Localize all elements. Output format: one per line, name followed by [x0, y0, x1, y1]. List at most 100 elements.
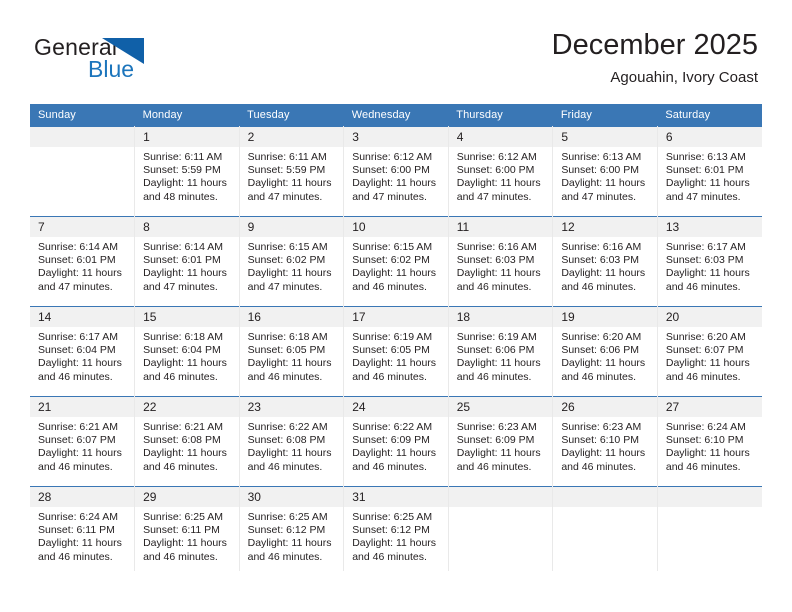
- column-header-sunday: Sunday: [30, 104, 135, 127]
- day-cell[interactable]: [448, 486, 554, 571]
- daylight-text-line1: Daylight: 11 hours: [665, 177, 750, 190]
- day-cell[interactable]: 22 Sunrise: 6:21 AM Sunset: 6:08 PM Dayl…: [134, 396, 240, 487]
- sunset-text: Sunset: 6:12 PM: [352, 524, 430, 537]
- sunset-text: Sunset: 6:09 PM: [456, 434, 535, 447]
- daylight-text-line1: Daylight: 11 hours: [143, 267, 227, 280]
- day-detail: Sunrise: 6:24 AM Sunset: 6:11 PM Dayligh…: [30, 507, 134, 564]
- day-cell[interactable]: 2 Sunrise: 6:11 AM Sunset: 5:59 PM Dayli…: [239, 126, 345, 217]
- sunrise-text: Sunrise: 6:12 AM: [456, 151, 537, 163]
- day-cell[interactable]: 11 Sunrise: 6:16 AM Sunset: 6:03 PM Dayl…: [448, 216, 554, 307]
- day-cell[interactable]: 6 Sunrise: 6:13 AM Sunset: 6:01 PM Dayli…: [657, 126, 762, 217]
- day-detail: Sunrise: 6:24 AM Sunset: 6:10 PM Dayligh…: [658, 417, 762, 474]
- day-cell[interactable]: 3 Sunrise: 6:12 AM Sunset: 6:00 PM Dayli…: [343, 126, 449, 217]
- sunset-text: Sunset: 6:05 PM: [352, 344, 430, 357]
- sunrise-text: Sunrise: 6:21 AM: [143, 421, 224, 433]
- sunset-text: Sunset: 6:08 PM: [247, 434, 326, 447]
- day-cell[interactable]: 30 Sunrise: 6:25 AM Sunset: 6:12 PM Dayl…: [239, 486, 345, 571]
- day-detail: Sunrise: 6:18 AM Sunset: 6:04 PM Dayligh…: [135, 327, 239, 384]
- week-row: 28 Sunrise: 6:24 AM Sunset: 6:11 PM Dayl…: [30, 486, 762, 571]
- sunset-text: Sunset: 5:59 PM: [247, 164, 326, 177]
- daylight-text-line2: and 46 minutes.: [143, 460, 218, 473]
- day-detail: Sunrise: 6:15 AM Sunset: 6:02 PM Dayligh…: [344, 237, 448, 294]
- day-cell[interactable]: 21 Sunrise: 6:21 AM Sunset: 6:07 PM Dayl…: [30, 396, 136, 487]
- daylight-text-line2: and 46 minutes.: [665, 460, 741, 473]
- day-cell[interactable]: 24 Sunrise: 6:22 AM Sunset: 6:09 PM Dayl…: [343, 396, 449, 487]
- day-cell[interactable]: [30, 126, 136, 217]
- day-cell[interactable]: 29 Sunrise: 6:25 AM Sunset: 6:11 PM Dayl…: [134, 486, 240, 571]
- sunrise-text: Sunrise: 6:24 AM: [665, 421, 746, 433]
- day-cell[interactable]: 26 Sunrise: 6:23 AM Sunset: 6:10 PM Dayl…: [552, 396, 658, 487]
- sunset-text: Sunset: 6:12 PM: [247, 524, 326, 537]
- daylight-text-line2: and 47 minutes.: [456, 190, 532, 203]
- day-detail: Sunrise: 6:13 AM Sunset: 6:00 PM Dayligh…: [553, 147, 657, 204]
- sunrise-text: Sunrise: 6:12 AM: [352, 151, 433, 163]
- day-number: 6: [657, 127, 762, 147]
- day-cell[interactable]: 17 Sunrise: 6:19 AM Sunset: 6:05 PM Dayl…: [343, 306, 449, 397]
- sunrise-text: Sunrise: 6:25 AM: [352, 511, 433, 523]
- day-cell[interactable]: 20 Sunrise: 6:20 AM Sunset: 6:07 PM Dayl…: [657, 306, 762, 397]
- day-cell[interactable]: 10 Sunrise: 6:15 AM Sunset: 6:02 PM Dayl…: [343, 216, 449, 307]
- calendar-page: General Blue December 2025 Agouahin, Ivo…: [0, 0, 792, 612]
- sunset-text: Sunset: 6:04 PM: [38, 344, 116, 357]
- day-cell[interactable]: 1 Sunrise: 6:11 AM Sunset: 5:59 PM Dayli…: [134, 126, 240, 217]
- day-cell[interactable]: 15 Sunrise: 6:18 AM Sunset: 6:04 PM Dayl…: [134, 306, 240, 397]
- day-cell[interactable]: 4 Sunrise: 6:12 AM Sunset: 6:00 PM Dayli…: [448, 126, 554, 217]
- daylight-text-line2: and 47 minutes.: [38, 280, 113, 293]
- day-cell[interactable]: 25 Sunrise: 6:23 AM Sunset: 6:09 PM Dayl…: [448, 396, 554, 487]
- day-cell[interactable]: 18 Sunrise: 6:19 AM Sunset: 6:06 PM Dayl…: [448, 306, 554, 397]
- day-cell[interactable]: [552, 486, 658, 571]
- sunrise-text: Sunrise: 6:20 AM: [561, 331, 642, 343]
- day-cell[interactable]: 13 Sunrise: 6:17 AM Sunset: 6:03 PM Dayl…: [657, 216, 762, 307]
- day-number: 30: [239, 487, 344, 507]
- sunrise-text: Sunrise: 6:18 AM: [247, 331, 328, 343]
- day-cell[interactable]: 8 Sunrise: 6:14 AM Sunset: 6:01 PM Dayli…: [134, 216, 240, 307]
- sunrise-text: Sunrise: 6:25 AM: [143, 511, 224, 523]
- day-cell[interactable]: 9 Sunrise: 6:15 AM Sunset: 6:02 PM Dayli…: [239, 216, 345, 307]
- daylight-text-line1: Daylight: 11 hours: [38, 267, 122, 280]
- daylight-text-line2: and 46 minutes.: [561, 460, 637, 473]
- day-cell[interactable]: 23 Sunrise: 6:22 AM Sunset: 6:08 PM Dayl…: [239, 396, 345, 487]
- day-cell[interactable]: 5 Sunrise: 6:13 AM Sunset: 6:00 PM Dayli…: [552, 126, 658, 217]
- daylight-text-line1: Daylight: 11 hours: [456, 447, 541, 460]
- day-detail: Sunrise: 6:16 AM Sunset: 6:03 PM Dayligh…: [449, 237, 553, 294]
- sunrise-text: Sunrise: 6:20 AM: [665, 331, 746, 343]
- sunset-text: Sunset: 6:02 PM: [352, 254, 430, 267]
- day-cell[interactable]: 31 Sunrise: 6:25 AM Sunset: 6:12 PM Dayl…: [343, 486, 449, 571]
- day-cell[interactable]: 14 Sunrise: 6:17 AM Sunset: 6:04 PM Dayl…: [30, 306, 136, 397]
- day-detail: Sunrise: 6:23 AM Sunset: 6:09 PM Dayligh…: [449, 417, 553, 474]
- day-number: 11: [448, 217, 553, 237]
- daylight-text-line2: and 47 minutes.: [247, 280, 323, 293]
- sunset-text: Sunset: 6:11 PM: [38, 524, 115, 537]
- day-number: 24: [344, 397, 448, 417]
- daylight-text-line2: and 46 minutes.: [143, 370, 218, 383]
- general-blue-logo[interactable]: General Blue: [34, 34, 214, 86]
- daylight-text-line1: Daylight: 11 hours: [665, 357, 750, 370]
- sunrise-text: Sunrise: 6:17 AM: [38, 331, 118, 343]
- day-detail: Sunrise: 6:11 AM Sunset: 5:59 PM Dayligh…: [135, 147, 239, 204]
- sunset-text: Sunset: 6:06 PM: [561, 344, 639, 357]
- daylight-text-line1: Daylight: 11 hours: [561, 267, 646, 280]
- day-cell[interactable]: 19 Sunrise: 6:20 AM Sunset: 6:06 PM Dayl…: [552, 306, 658, 397]
- day-cell[interactable]: [657, 486, 762, 571]
- sunset-text: Sunset: 6:07 PM: [665, 344, 744, 357]
- day-cell[interactable]: 12 Sunrise: 6:16 AM Sunset: 6:03 PM Dayl…: [552, 216, 658, 307]
- day-cell[interactable]: 7 Sunrise: 6:14 AM Sunset: 6:01 PM Dayli…: [30, 216, 136, 307]
- day-detail: Sunrise: 6:19 AM Sunset: 6:06 PM Dayligh…: [449, 327, 553, 384]
- sunset-text: Sunset: 6:03 PM: [456, 254, 535, 267]
- day-detail: Sunrise: 6:14 AM Sunset: 6:01 PM Dayligh…: [135, 237, 239, 294]
- sunrise-text: Sunrise: 6:19 AM: [352, 331, 433, 343]
- day-cell[interactable]: 27 Sunrise: 6:24 AM Sunset: 6:10 PM Dayl…: [657, 396, 762, 487]
- sunset-text: Sunset: 6:07 PM: [38, 434, 116, 447]
- week-row: 7 Sunrise: 6:14 AM Sunset: 6:01 PM Dayli…: [30, 216, 762, 307]
- day-number: 21: [30, 397, 135, 417]
- daylight-text-line2: and 48 minutes.: [143, 190, 218, 203]
- day-detail: Sunrise: 6:12 AM Sunset: 6:00 PM Dayligh…: [344, 147, 448, 204]
- day-number: 8: [135, 217, 239, 237]
- day-detail: Sunrise: 6:12 AM Sunset: 6:00 PM Dayligh…: [449, 147, 553, 204]
- column-header-tuesday: Tuesday: [239, 104, 344, 127]
- day-detail: Sunrise: 6:18 AM Sunset: 6:05 PM Dayligh…: [240, 327, 344, 384]
- sunrise-text: Sunrise: 6:13 AM: [561, 151, 642, 163]
- sunrise-text: Sunrise: 6:23 AM: [456, 421, 537, 433]
- day-cell[interactable]: 28 Sunrise: 6:24 AM Sunset: 6:11 PM Dayl…: [30, 486, 136, 571]
- day-cell[interactable]: 16 Sunrise: 6:18 AM Sunset: 6:05 PM Dayl…: [239, 306, 345, 397]
